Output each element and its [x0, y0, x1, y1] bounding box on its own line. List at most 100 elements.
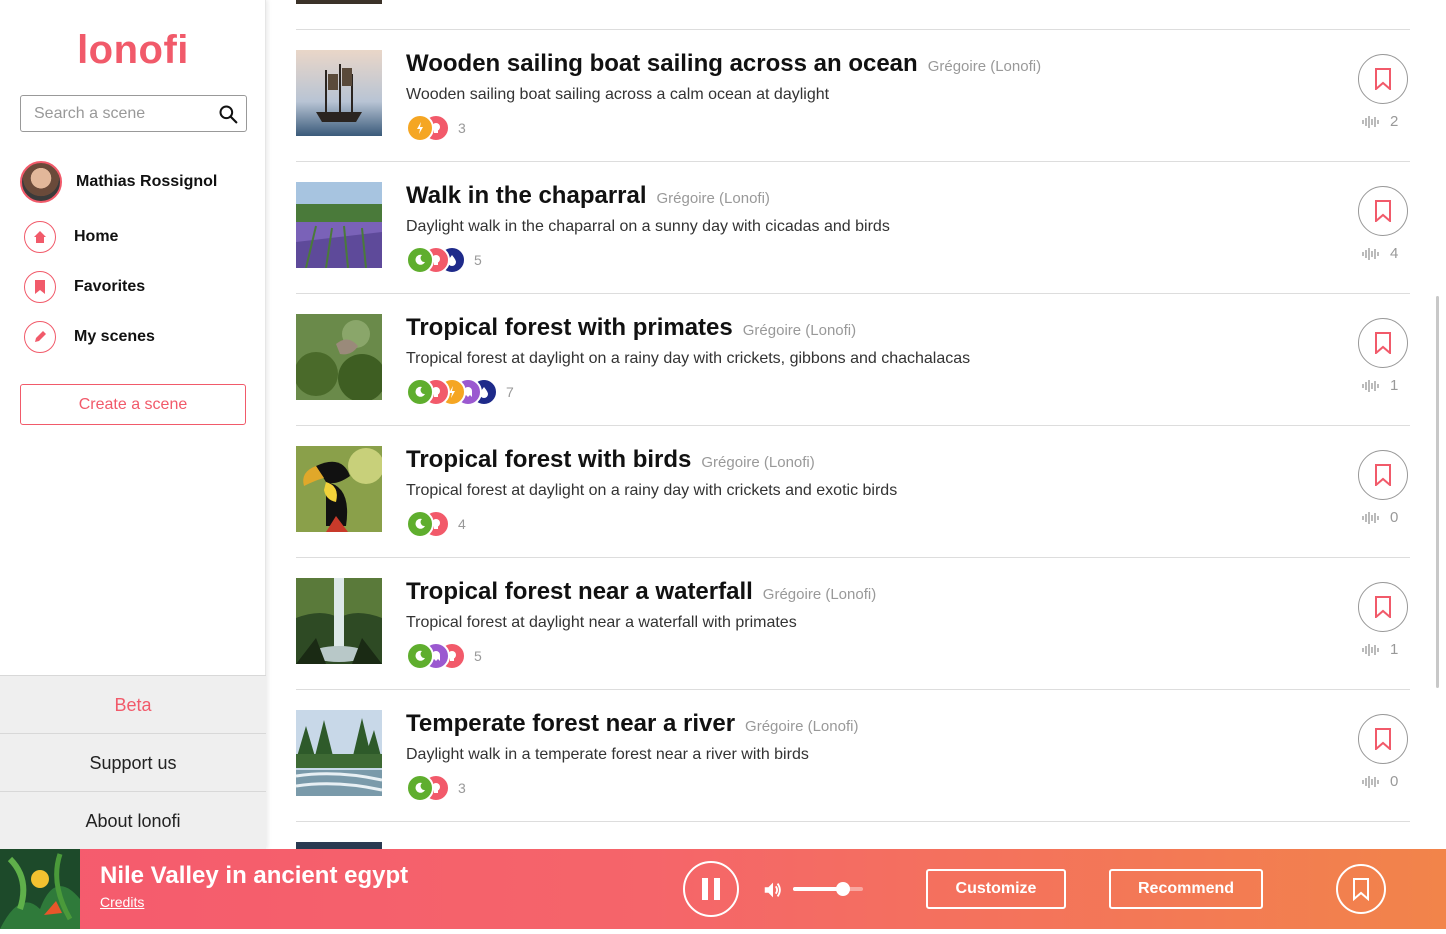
scene-author: Grégoire (Lonofi) — [742, 322, 857, 339]
play-count-value: 0 — [1390, 509, 1399, 526]
support-us-link[interactable]: Support us — [0, 733, 266, 791]
favorite-button[interactable] — [1358, 54, 1408, 104]
scene-thumbnail[interactable] — [296, 182, 382, 269]
customize-button[interactable]: Customize — [926, 869, 1066, 909]
search-input[interactable] — [21, 96, 206, 131]
scene-thumbnail[interactable] — [296, 446, 384, 532]
scene-thumbnail — [296, 842, 382, 849]
scene-description: Wooden sailing boat sailing across a cal… — [406, 86, 830, 103]
waveform-icon — [1362, 511, 1379, 524]
scene-title[interactable]: Tropical forest with primates — [406, 314, 733, 342]
credits-link[interactable]: Credits — [100, 894, 144, 910]
favorite-button[interactable] — [1358, 582, 1408, 632]
scene-title-line: Temperate forest near a river Grégoire (… — [406, 710, 858, 738]
scene-row[interactable]: Wooden sailing boat sailing across an oc… — [296, 30, 1410, 162]
beta-link[interactable]: Beta — [0, 675, 266, 733]
scene-thumbnail[interactable] — [296, 50, 382, 136]
play-count-value: 2 — [1390, 113, 1399, 130]
app-logo[interactable]: lonofi — [0, 28, 266, 73]
scene-title[interactable]: Tropical forest near a waterfall — [406, 578, 753, 606]
waveform-icon — [1362, 247, 1379, 260]
bookmark-icon — [1375, 464, 1391, 486]
nav-item-favorites[interactable]: Favorites — [24, 271, 145, 303]
play-count-value: 0 — [1390, 773, 1399, 790]
play-count: 4 — [1362, 245, 1398, 262]
user-profile[interactable]: Mathias Rossignol — [20, 161, 217, 203]
nav-label: Favorites — [74, 278, 146, 295]
time-icon — [406, 642, 434, 670]
scene-row[interactable]: Tropical forest with birds Grégoire (Lon… — [296, 426, 1410, 558]
scene-title-line: Tropical forest with birds Grégoire (Lon… — [406, 446, 815, 474]
scene-description: Daylight walk in a temperate forest near… — [406, 746, 809, 763]
pencil-icon — [24, 321, 56, 353]
scene-description: Tropical forest at daylight near a water… — [406, 614, 797, 631]
scene-row-partial[interactable] — [296, 0, 1410, 30]
sidebar: lonofi Mathias Rossignol Home Favorites … — [0, 0, 266, 849]
play-count-value: 1 — [1390, 377, 1399, 394]
bookmark-icon — [1375, 728, 1391, 750]
play-count-value: 4 — [1390, 245, 1399, 262]
scene-row[interactable]: Temperate forest near a river Grégoire (… — [296, 690, 1410, 822]
player-title: Nile Valley in ancient egypt — [100, 862, 409, 889]
user-name: Mathias Rossignol — [76, 173, 218, 190]
favorite-button[interactable] — [1358, 186, 1408, 236]
waveform-icon — [1362, 643, 1379, 656]
scene-title[interactable]: Temperate forest near a river — [406, 710, 735, 738]
home-icon — [24, 221, 56, 253]
scene-description: Tropical forest at daylight on a rainy d… — [406, 482, 898, 499]
scene-thumbnail[interactable] — [296, 578, 382, 664]
favorite-button[interactable] — [1358, 450, 1408, 500]
scene-title-line: Tropical forest with primates Grégoire (… — [406, 314, 856, 342]
bookmark-icon — [1375, 68, 1391, 90]
scene-row[interactable]: Tropical forest with primates Grégoire (… — [296, 294, 1410, 426]
nav-item-home[interactable]: Home — [24, 221, 118, 253]
pause-icon — [702, 878, 720, 900]
scene-title-line: Tropical forest near a waterfall Grégoir… — [406, 578, 876, 606]
bookmark-icon — [24, 271, 56, 303]
favorite-button[interactable] — [1358, 714, 1408, 764]
recommend-button[interactable]: Recommend — [1109, 869, 1263, 909]
scene-title[interactable]: Walk in the chaparral — [406, 182, 647, 210]
scene-author: Grégoire (Lonofi) — [656, 190, 770, 207]
play-count: 0 — [1362, 773, 1398, 790]
scene-title[interactable]: Wooden sailing boat sailing across an oc… — [406, 50, 918, 78]
about-link[interactable]: About lonofi — [0, 791, 266, 849]
favorite-button[interactable] — [1358, 318, 1408, 368]
bookmark-icon — [1375, 200, 1391, 222]
play-count: 1 — [1362, 377, 1398, 394]
time-icon — [406, 246, 434, 274]
pause-button[interactable] — [683, 861, 739, 917]
tag-count: 4 — [458, 516, 466, 532]
volume-slider[interactable] — [793, 882, 863, 896]
player-favorite-button[interactable] — [1336, 864, 1386, 914]
volume-icon[interactable] — [762, 879, 784, 901]
waveform-icon — [1362, 379, 1379, 392]
waveform-icon — [1362, 775, 1379, 788]
scene-description: Tropical forest at daylight on a rainy d… — [406, 350, 971, 367]
scene-author: Grégoire (Lonofi) — [927, 58, 1042, 75]
scene-row[interactable]: Tropical forest near a waterfall Grégoir… — [296, 558, 1410, 690]
scene-tags: 3 — [406, 772, 466, 804]
bookmark-icon — [1375, 332, 1391, 354]
tag-count: 3 — [458, 780, 466, 796]
create-scene-button[interactable]: Create a scene — [20, 384, 246, 425]
audio-player: Nile Valley in ancient egypt Credits Cus… — [0, 849, 1446, 929]
scrollbar[interactable] — [1436, 296, 1439, 688]
scene-thumbnail[interactable] — [296, 710, 383, 796]
tag-count: 3 — [458, 120, 466, 136]
time-icon — [406, 774, 434, 802]
scene-row-partial[interactable] — [296, 822, 1410, 849]
bookmark-icon — [1353, 878, 1369, 901]
bookmark-icon — [1375, 596, 1391, 618]
nav-item-my-scenes[interactable]: My scenes — [24, 321, 155, 353]
tag-count: 5 — [474, 648, 482, 664]
volume-knob[interactable] — [836, 882, 851, 896]
scene-author: Grégoire (Lonofi) — [762, 586, 877, 603]
scene-row[interactable]: Walk in the chaparral Grégoire (Lonofi) … — [296, 162, 1410, 294]
scene-thumbnail[interactable] — [296, 314, 386, 402]
play-count: 2 — [1362, 113, 1398, 130]
player-thumbnail — [0, 849, 80, 929]
search-icon[interactable] — [218, 104, 238, 124]
scene-title[interactable]: Tropical forest with birds — [406, 446, 691, 474]
scene-tags: 3 — [406, 112, 466, 144]
